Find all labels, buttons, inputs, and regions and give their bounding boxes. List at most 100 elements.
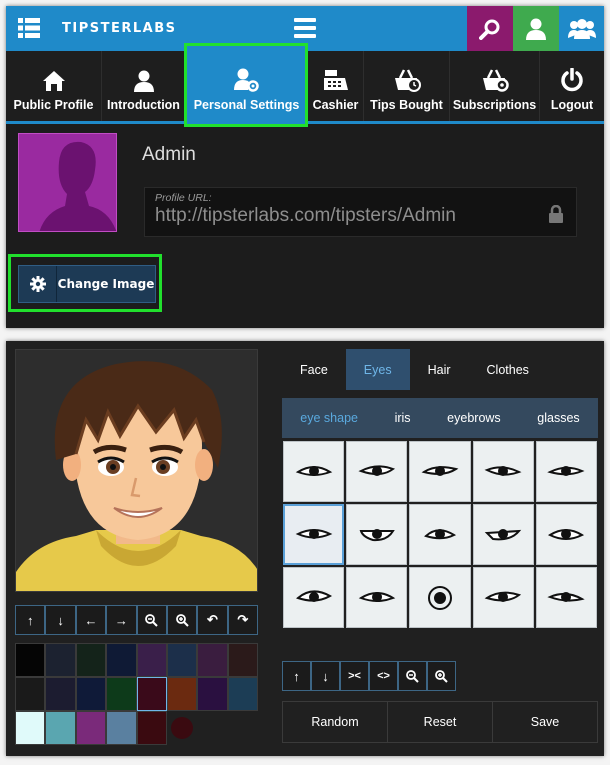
search-button[interactable] — [467, 6, 513, 51]
color-swatch[interactable] — [106, 643, 137, 677]
eye-shape-option[interactable] — [472, 504, 534, 565]
color-swatch[interactable] — [227, 643, 259, 677]
narrow-icon[interactable]: >< — [340, 661, 369, 691]
profile-url-value[interactable]: http://tipsterlabs.com/tipsters/Admin — [155, 205, 456, 227]
nav-tips-bought[interactable]: Tips Bought — [364, 51, 450, 121]
color-swatch[interactable] — [136, 677, 167, 711]
color-swatch[interactable] — [75, 711, 107, 745]
subtab-eyebrows[interactable]: eyebrows — [447, 411, 501, 425]
profile-url-field[interactable]: Profile URL: http://tipsterlabs.com/tips… — [144, 187, 577, 237]
color-swatch[interactable] — [15, 677, 46, 711]
arrow-left-icon[interactable]: ← — [75, 605, 107, 635]
main-navigation: Public Profile Introduction Personal Set… — [6, 51, 604, 124]
silhouette-icon — [39, 141, 116, 231]
subtab-glasses[interactable]: glasses — [537, 411, 579, 425]
avatar-editor-panel: ↑ ↓ ← → ↶ ↷ Face Eyes Hair Clothes eye s… — [6, 341, 604, 756]
color-swatch[interactable] — [166, 643, 198, 677]
eye-shape-option[interactable] — [409, 441, 471, 502]
rotate-right-icon[interactable]: ↷ — [227, 605, 258, 635]
color-swatch[interactable] — [106, 711, 137, 745]
eye-shape-option[interactable] — [283, 567, 345, 628]
nav-logout[interactable]: Logout — [540, 51, 604, 121]
color-swatch[interactable] — [45, 711, 76, 745]
tab-eyes[interactable]: Eyes — [345, 349, 410, 390]
gear-icon — [29, 276, 46, 292]
color-swatch[interactable] — [136, 643, 167, 677]
eye-shape-option[interactable] — [346, 504, 408, 565]
random-button[interactable]: Random — [283, 702, 388, 742]
hamburger-menu-icon[interactable] — [294, 18, 316, 38]
nav-subscriptions[interactable]: Subscriptions — [450, 51, 540, 121]
color-swatch[interactable] — [166, 677, 198, 711]
subtab-iris[interactable]: iris — [395, 411, 411, 425]
zoom-in-icon[interactable] — [427, 661, 456, 691]
color-swatch[interactable] — [75, 643, 107, 677]
arrow-up-icon[interactable]: ↑ — [282, 661, 311, 691]
editor-subtabs: eye shape iris eyebrows glasses — [282, 398, 598, 438]
color-swatch[interactable] — [136, 711, 167, 745]
subtab-eye-shape[interactable]: eye shape — [300, 411, 358, 425]
brand-logo-text[interactable]: TIPSTERLABS — [62, 21, 176, 36]
widen-icon[interactable]: <> — [369, 661, 398, 691]
eye-shape-option[interactable] — [409, 567, 471, 628]
eye-shape-icon — [484, 528, 522, 540]
arrow-down-icon[interactable]: ↓ — [45, 605, 76, 635]
color-swatch[interactable] — [15, 711, 46, 745]
save-button[interactable]: Save — [493, 702, 597, 742]
eye-shape-icon — [421, 465, 459, 476]
color-swatch[interactable] — [45, 677, 76, 711]
nav-label: Tips Bought — [370, 98, 443, 112]
eye-shape-option[interactable] — [346, 567, 408, 628]
nav-cashier[interactable]: Cashier — [308, 51, 364, 121]
eye-shape-icon — [427, 585, 452, 610]
eye-shape-icon — [295, 465, 332, 476]
eye-shape-option[interactable] — [535, 567, 597, 628]
user-icon — [526, 18, 546, 40]
color-swatch[interactable] — [227, 677, 259, 711]
nav-introduction[interactable]: Introduction — [102, 51, 186, 121]
tab-hair[interactable]: Hair — [410, 349, 469, 390]
eye-shape-option[interactable] — [472, 567, 534, 628]
eye-shape-option[interactable] — [535, 441, 597, 502]
tab-clothes[interactable]: Clothes — [469, 349, 547, 390]
arrow-up-icon[interactable]: ↑ — [15, 605, 46, 635]
eye-shape-option[interactable] — [283, 504, 345, 565]
eye-shape-option[interactable] — [472, 441, 534, 502]
user-button[interactable] — [513, 6, 559, 51]
eye-shape-option[interactable] — [283, 441, 345, 502]
color-swatch[interactable] — [45, 643, 76, 677]
change-image-label: Change Image — [57, 277, 155, 291]
eye-shape-icon — [359, 528, 395, 541]
reset-button[interactable]: Reset — [388, 702, 493, 742]
avatar[interactable] — [18, 133, 117, 232]
eye-shape-icon — [547, 465, 585, 476]
arrow-down-icon[interactable]: ↓ — [311, 661, 340, 691]
change-image-button[interactable]: Change Image — [18, 265, 156, 303]
color-swatch[interactable] — [75, 677, 107, 711]
grid-menu-icon[interactable] — [18, 18, 40, 38]
nav-personal-settings[interactable]: Personal Settings — [186, 51, 308, 121]
rotate-left-icon[interactable]: ↶ — [197, 605, 228, 635]
eye-shape-option[interactable] — [409, 504, 471, 565]
eye-shape-icon — [547, 591, 586, 602]
top-bar: TIPSTERLABS — [6, 6, 604, 51]
users-button[interactable] — [559, 6, 604, 51]
nav-label: Cashier — [312, 98, 359, 112]
zoom-in-icon[interactable] — [166, 605, 198, 635]
arrow-right-icon[interactable]: → — [106, 605, 137, 635]
zoom-out-icon[interactable] — [398, 661, 427, 691]
eye-shape-icon — [484, 591, 522, 602]
zoom-out-icon[interactable] — [136, 605, 167, 635]
color-swatch[interactable] — [197, 643, 228, 677]
color-swatch[interactable] — [106, 677, 137, 711]
nav-label: Logout — [550, 98, 594, 112]
color-swatch[interactable] — [197, 677, 228, 711]
color-swatch[interactable] — [15, 643, 46, 677]
custom-color-dot[interactable] — [167, 711, 197, 745]
eye-shape-option[interactable] — [535, 504, 597, 565]
eye-shape-icon — [358, 591, 396, 602]
tab-face[interactable]: Face — [282, 349, 346, 390]
eye-shape-icon — [548, 528, 585, 540]
eye-shape-option[interactable] — [346, 441, 408, 502]
nav-public-profile[interactable]: Public Profile — [6, 51, 102, 121]
